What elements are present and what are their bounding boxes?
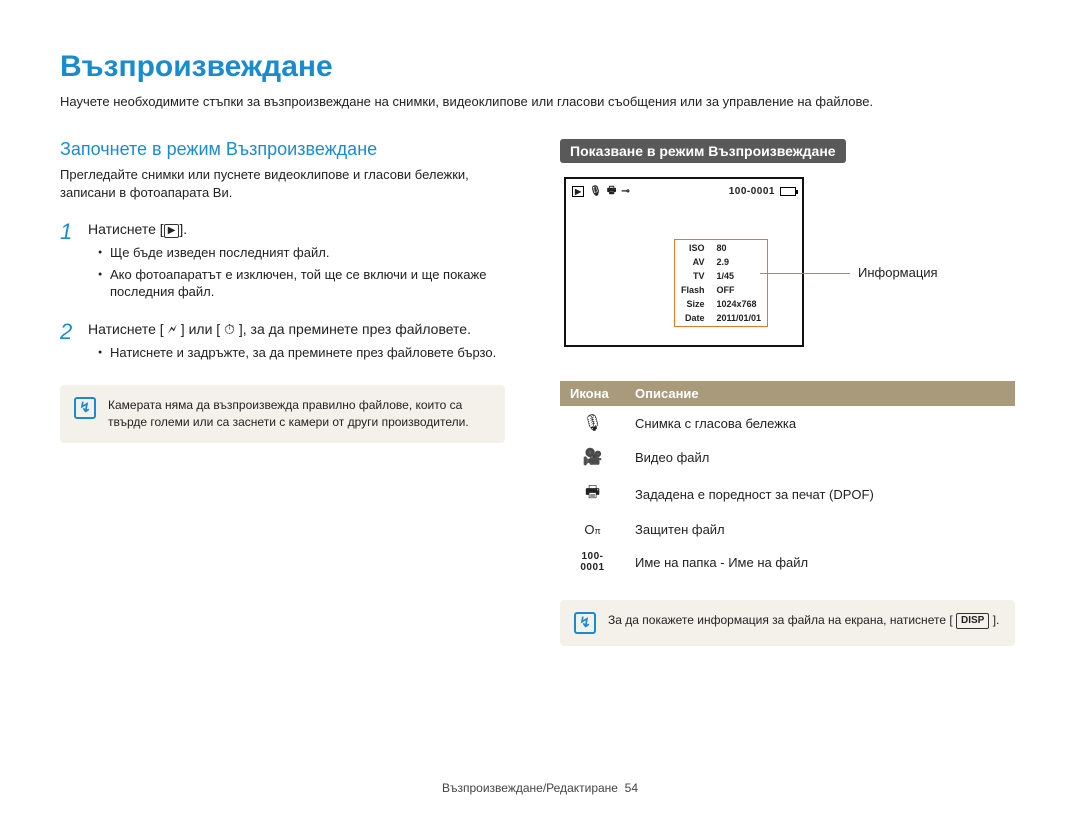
step-1-post: ]. <box>179 221 187 237</box>
footer-page: 54 <box>625 781 638 795</box>
row-desc: Зададена е поредност за печат (DPOF) <box>625 474 1015 515</box>
row-desc: Снимка с гласова бележка <box>625 406 1015 440</box>
info-val: OFF <box>713 284 766 296</box>
page-footer: Възпроизвеждане/Редактиране 54 <box>0 781 1080 795</box>
step-2-label: Натиснете [ 🗲 ] или [ ⏱ ], за да премине… <box>88 321 505 338</box>
info-key: TV <box>677 270 711 282</box>
note-box-left: ↯ Камерата няма да възпроизвежда правилн… <box>60 385 505 443</box>
battery-icon <box>780 187 796 196</box>
th-desc: Описание <box>625 381 1015 406</box>
table-row: 🎙 Снимка с гласова бележка <box>560 406 1015 440</box>
mic-icon: 🎙 <box>560 406 625 440</box>
step-2: 2 Натиснете [ 🗲 ] или [ ⏱ ], за да преми… <box>60 321 505 366</box>
list-item: Ако фотоапаратът е изключен, той ще се в… <box>98 266 505 301</box>
content-columns: Започнете в режим Възпроизвеждане Прегле… <box>60 139 1020 646</box>
right-heading: Показване в режим Възпроизвеждане <box>560 139 846 163</box>
lock-icon: Oπ <box>560 515 625 544</box>
info-val: 2.9 <box>713 256 766 268</box>
fileid-icon: 100-0001 <box>560 544 625 580</box>
play-icon: ▶ <box>572 186 584 197</box>
note-icon: ↯ <box>574 612 596 634</box>
th-icon: Икона <box>560 381 625 406</box>
callout-line <box>760 273 850 274</box>
note-icon: ↯ <box>74 397 96 419</box>
step-1-pre: Натиснете [ <box>88 221 164 237</box>
play-icon: ▶ <box>164 224 180 238</box>
lock-icon: ⊸ <box>621 186 629 197</box>
printer-icon: 🖶 <box>607 183 616 200</box>
right-column: Показване в режим Възпроизвеждане ▶ 🎙 🖶 … <box>560 139 1015 646</box>
info-key: AV <box>677 256 711 268</box>
info-key: ISO <box>677 242 711 254</box>
row-desc: Защитен файл <box>625 515 1015 544</box>
list-item: Ще бъде изведен последният файл. <box>98 244 505 262</box>
info-key: Flash <box>677 284 711 296</box>
note-post: ]. <box>993 613 1000 627</box>
info-key: Date <box>677 312 711 324</box>
left-column: Започнете в режим Възпроизвеждане Прегле… <box>60 139 505 646</box>
step-number: 2 <box>60 321 74 366</box>
screen-topbar: ▶ 🎙 🖶 ⊸ 100-0001 <box>566 179 802 200</box>
step-number: 1 <box>60 221 74 305</box>
intro-text: Научете необходимите стъпки за възпроизв… <box>60 94 1020 109</box>
left-heading: Започнете в режим Възпроизвеждане <box>60 139 505 160</box>
row-desc: Име на папка - Име на файл <box>625 544 1015 580</box>
footer-text: Възпроизвеждане/Редактиране <box>442 781 618 795</box>
note-box-right: ↯ За да покажете информация за файла на … <box>560 600 1015 646</box>
table-row: 🖶 Зададена е поредност за печат (DPOF) <box>560 474 1015 515</box>
note-text: За да покажете информация за файла на ек… <box>608 612 1001 634</box>
table-row: 🎥 Видео файл <box>560 440 1015 474</box>
step-1-label: Натиснете [▶]. <box>88 221 505 238</box>
note-pre: За да покажете информация за файла на ек… <box>608 613 953 627</box>
page-title: Възпроизвеждане <box>60 50 1020 84</box>
table-row: 100-0001 Име на папка - Име на файл <box>560 544 1015 580</box>
step-1: 1 Натиснете [▶]. Ще бъде изведен последн… <box>60 221 505 305</box>
info-val: 80 <box>713 242 766 254</box>
printer-icon: 🖶 <box>560 474 625 515</box>
info-val: 1024x768 <box>713 298 766 310</box>
video-icon: 🎥 <box>560 440 625 474</box>
info-box: ISO80 AV2.9 TV1/45 FlashOFF Size1024x768… <box>674 239 768 327</box>
icon-table: Икона Описание 🎙 Снимка с гласова бележк… <box>560 381 1015 580</box>
info-val: 1/45 <box>713 270 766 282</box>
file-id-label: 100-0001 <box>729 186 775 197</box>
left-subintro: Прегледайте снимки или пуснете видеоклип… <box>60 166 505 201</box>
row-desc: Видео файл <box>625 440 1015 474</box>
callout-label: Информация <box>858 265 938 280</box>
camera-screen: ▶ 🎙 🖶 ⊸ 100-0001 ISO80 AV2.9 TV1/45 <box>564 177 804 347</box>
disp-button-icon: DISP <box>956 613 989 629</box>
note-text: Камерата няма да възпроизвежда правилно … <box>108 397 491 431</box>
mic-icon: 🎙 <box>589 186 602 197</box>
info-key: Size <box>677 298 711 310</box>
info-val: 2011/01/01 <box>713 312 766 324</box>
table-row: Oπ Защитен файл <box>560 515 1015 544</box>
screen-illustration: ▶ 🎙 🖶 ⊸ 100-0001 ISO80 AV2.9 TV1/45 <box>560 177 1015 357</box>
list-item: Натиснете и задръжте, за да преминете пр… <box>98 344 505 362</box>
